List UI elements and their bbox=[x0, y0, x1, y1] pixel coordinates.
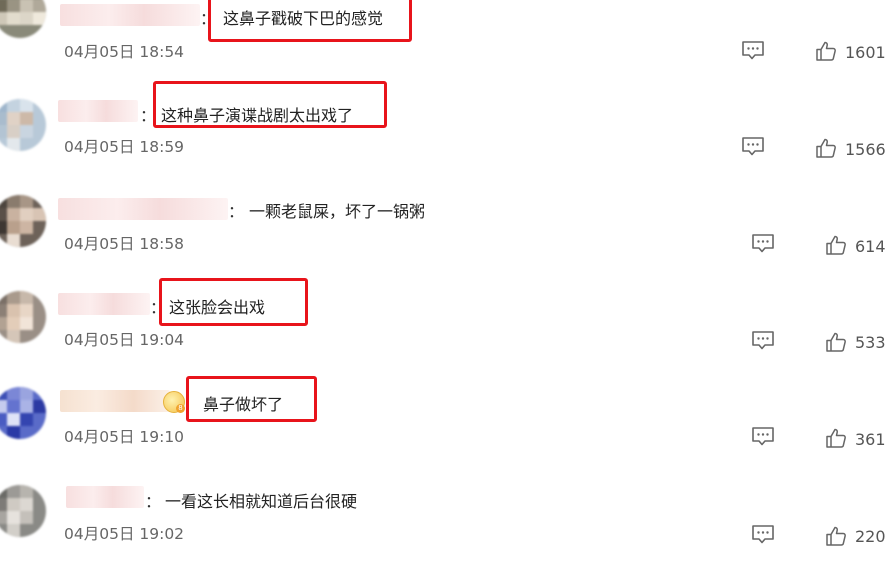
comment-row: ： 这种鼻子演谍战剧太出戏了 04月05日 18:59 1566 bbox=[0, 81, 894, 188]
highlight-box bbox=[153, 81, 387, 128]
comment-date: 04月05日 18:59 bbox=[64, 138, 185, 156]
comment-date: 04月05日 19:02 bbox=[64, 525, 185, 543]
comment-bubble-icon[interactable] bbox=[751, 330, 775, 350]
comment-text: 一看这长相就知道后台很硬 bbox=[165, 492, 358, 511]
like-count: 1566 bbox=[845, 140, 886, 159]
comment-text: 一颗老鼠屎，坏了一锅粥 bbox=[249, 202, 426, 221]
avatar[interactable] bbox=[0, 291, 46, 343]
like-count: 361 bbox=[855, 430, 886, 449]
thumbs-up-icon[interactable] bbox=[825, 427, 847, 449]
avatar[interactable] bbox=[0, 195, 46, 247]
comment-row: ： 一看这长相就知道后台很硬 04月05日 19:02 220 bbox=[0, 480, 894, 572]
avatar[interactable] bbox=[0, 485, 46, 537]
separator-colon: ： bbox=[228, 202, 245, 221]
comment-row: 8 鼻子做坏了 04月05日 19:10 361 bbox=[0, 376, 894, 476]
comment-date: 04月05日 18:58 bbox=[64, 235, 185, 253]
like-count: 1601 bbox=[845, 43, 886, 62]
comment-date: 04月05日 18:54 bbox=[64, 43, 185, 61]
thumbs-up-icon[interactable] bbox=[815, 137, 837, 159]
thumbs-up-icon[interactable] bbox=[825, 331, 847, 353]
username-blurred[interactable] bbox=[58, 293, 150, 315]
like-count: 533 bbox=[855, 333, 886, 352]
comment-bubble-icon[interactable] bbox=[751, 426, 775, 446]
comment-row: ： 一颗老鼠屎，坏了一锅粥 04月05日 18:58 614 bbox=[0, 192, 894, 284]
username-blurred[interactable] bbox=[58, 198, 228, 220]
like-count: 614 bbox=[855, 237, 886, 256]
thumbs-up-icon[interactable] bbox=[825, 234, 847, 256]
highlight-box bbox=[208, 0, 412, 42]
avatar[interactable] bbox=[0, 387, 46, 439]
username-blurred[interactable] bbox=[60, 4, 200, 26]
thumbs-up-icon[interactable] bbox=[815, 40, 837, 62]
comment-bubble-icon[interactable] bbox=[751, 524, 775, 544]
thumbs-up-icon[interactable] bbox=[825, 525, 847, 547]
comment-bubble-icon[interactable] bbox=[751, 233, 775, 253]
avatar[interactable] bbox=[0, 0, 46, 38]
comment-row: ： 这张脸会出戏 04月05日 19:04 533 bbox=[0, 278, 894, 380]
comment-bubble-icon[interactable] bbox=[741, 40, 765, 60]
like-count: 220 bbox=[855, 527, 886, 546]
highlight-box bbox=[159, 278, 308, 326]
username-blurred[interactable] bbox=[66, 486, 144, 508]
comment-row: ： 这鼻子戳破下巴的感觉 04月05日 18:54 1601 bbox=[0, 0, 894, 92]
comment-bubble-icon[interactable] bbox=[741, 136, 765, 156]
avatar[interactable] bbox=[0, 99, 46, 151]
vip-badge-icon: 8 bbox=[163, 391, 185, 413]
highlight-box bbox=[186, 376, 317, 422]
comment-date: 04月05日 19:04 bbox=[64, 331, 185, 349]
username-blurred[interactable] bbox=[60, 390, 170, 412]
separator-colon: ： bbox=[145, 492, 162, 511]
username-blurred[interactable] bbox=[58, 100, 138, 122]
comment-date: 04月05日 19:10 bbox=[64, 428, 185, 446]
